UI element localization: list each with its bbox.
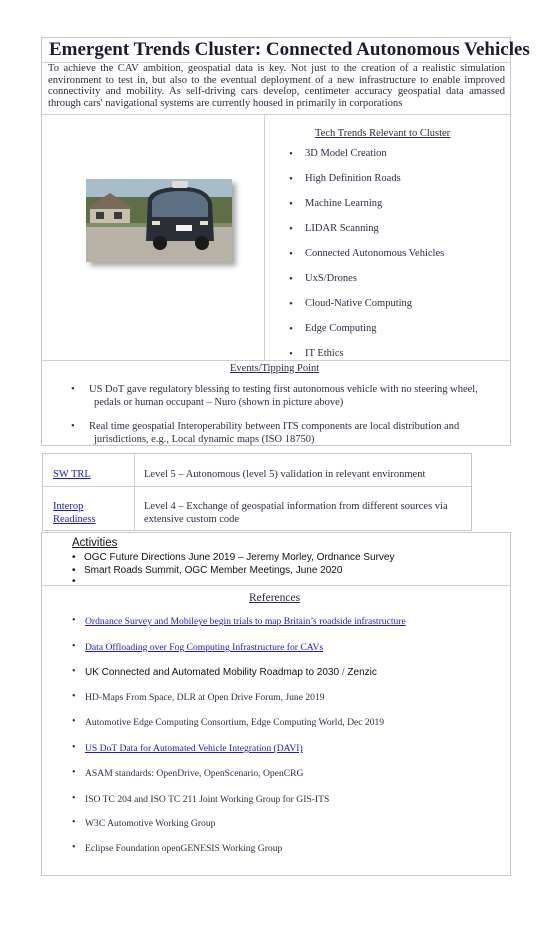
bullet: • (289, 173, 293, 185)
activity-text: Smart Roads Summit, OGC Member Meetings,… (84, 565, 343, 576)
reference-link[interactable]: Data Offloading over Fog Computing Infra… (85, 642, 323, 653)
bullet: • (72, 615, 76, 626)
bullet: • (289, 148, 293, 160)
bullet: • (72, 817, 76, 828)
reference-text: ISO TC 204 and ISO TC 211 Joint Working … (85, 794, 330, 805)
page-title: Emergent Trends Cluster: Connected Auton… (49, 39, 530, 60)
trend-label: UxS/Drones (305, 273, 357, 284)
trend-label: IT Ethics (305, 348, 344, 359)
bullet: • (71, 421, 75, 432)
reference-text: UK Connected and Automated Mobility Road… (85, 667, 377, 678)
bullet: • (289, 273, 293, 285)
bullet: • (289, 298, 293, 310)
events-heading: Events/Tipping Point (230, 363, 320, 374)
reference-text: Automotive Edge Computing Consortium, Ed… (85, 717, 385, 728)
reference-link[interactable]: US DoT Data for Automated Vehicle Integr… (85, 743, 303, 754)
divider (42, 114, 510, 115)
event-text: US DoT gave regulatory blessing to testi… (89, 384, 478, 408)
activity-text: OGC Future Directions June 2019 – Jeremy… (84, 552, 395, 563)
bullet: • (72, 691, 76, 702)
reference-text: HD-Maps From Space, DLR at Open Drive Fo… (85, 692, 325, 703)
references-heading: References (249, 592, 301, 604)
bullet: • (72, 742, 76, 753)
row-divider (43, 486, 471, 487)
bullet: • (72, 793, 76, 804)
bullet: • (72, 842, 76, 853)
reference-text: ASAM standards: OpenDrive, OpenScenario,… (85, 768, 304, 779)
trend-label: 3D Model Creation (305, 148, 387, 159)
bullet: • (72, 666, 76, 677)
list-item: • Real time geospatial Interoperability … (71, 420, 492, 446)
interop-readiness-link[interactable]: Interop Readiness (53, 500, 96, 526)
link-text: Interop (53, 501, 84, 512)
autonomous-vehicle-photo (86, 179, 232, 262)
trend-label: Connected Autonomous Vehicles (305, 248, 445, 259)
trend-label: LIDAR Scanning (305, 223, 379, 234)
bullet: • (289, 223, 293, 235)
intro-paragraph: To achieve the CAV ambition, geospatial … (48, 63, 505, 109)
trend-label: Edge Computing (305, 323, 377, 334)
activities-heading: Activities (72, 537, 118, 549)
reference-link[interactable]: Ordnance Survey and Mobileye begin trial… (85, 616, 406, 627)
bullet: • (289, 198, 293, 210)
bullet: • (71, 384, 75, 395)
column-divider (134, 454, 135, 530)
interop-readiness-value: Level 4 – Exchange of geospatial informa… (144, 501, 448, 525)
roadmap-source: Zenzic (347, 667, 377, 678)
event-text: Real time geospatial Interoperability be… (89, 421, 460, 445)
divider (42, 585, 510, 586)
trend-label: High Definition Roads (305, 173, 401, 184)
bullet: • (72, 552, 76, 563)
sw-trl-value: Level 5 – Autonomous (level 5) validatio… (144, 469, 426, 480)
reference-text: Eclipse Foundation openGENESIS Working G… (85, 843, 283, 854)
readiness-table: SW TRL Level 5 – Autonomous (level 5) va… (42, 453, 472, 531)
column-divider (264, 114, 265, 360)
trend-label: Machine Learning (305, 198, 383, 209)
bullet: • (289, 323, 293, 335)
roadmap-title: UK Connected and Automated Mobility Road… (85, 667, 340, 678)
cluster-overview-panel: Emergent Trends Cluster: Connected Auton… (41, 37, 530, 446)
tech-trends-heading: Tech Trends Relevant to Cluster (315, 128, 451, 139)
trend-label: Cloud-Native Computing (305, 298, 413, 309)
separator: / (341, 667, 345, 678)
reference-text: W3C Automotive Working Group (85, 818, 216, 829)
link-text: Readiness (53, 514, 96, 525)
bullet: • (72, 565, 76, 576)
bullet: • (72, 767, 76, 778)
bullet: • (289, 248, 293, 260)
divider (42, 360, 510, 361)
bullet: • (72, 641, 76, 652)
bullet: • (72, 716, 76, 727)
list-item: • US DoT gave regulatory blessing to tes… (71, 383, 492, 409)
activities-references-panel: Activities • OGC Future Directions June 2… (41, 532, 511, 876)
bullet: • (289, 348, 293, 360)
sw-trl-link[interactable]: SW TRL (53, 468, 91, 481)
